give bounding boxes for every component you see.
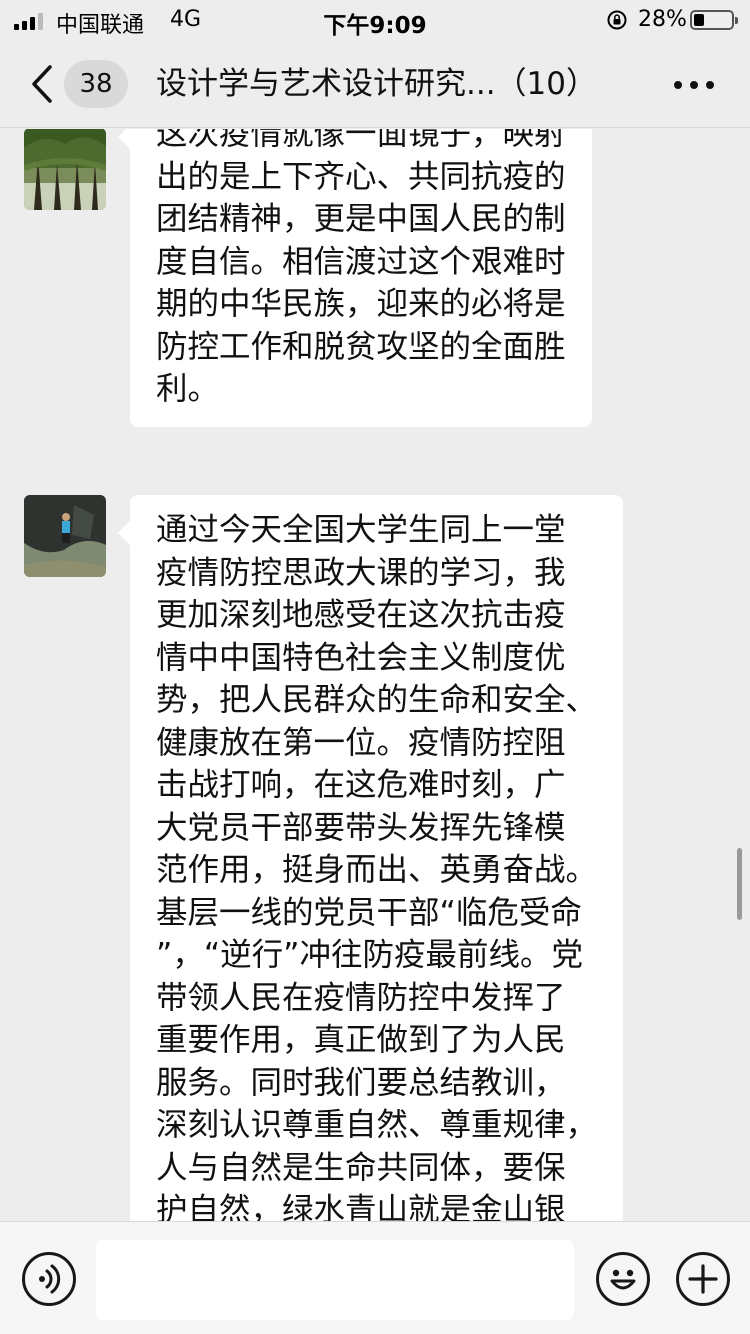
message-line: 通过今天全国大学生同上一堂 bbox=[156, 512, 566, 548]
message-line: 击战打响，在这危难时刻，广 bbox=[156, 767, 566, 803]
status-bar: 中国联通 4G 下午9:09 28% bbox=[0, 0, 750, 40]
unread-count-badge[interactable]: 38 bbox=[64, 60, 128, 108]
orientation-lock-icon bbox=[607, 10, 627, 30]
message-line: 更加深刻地感受在这次抗击疫 bbox=[156, 597, 566, 633]
message-line: 团结精神，更是中国人民的制 bbox=[156, 201, 566, 237]
chat-header: 38 设计学与艺术设计研究...（10） bbox=[0, 40, 750, 128]
plus-icon[interactable] bbox=[676, 1252, 730, 1306]
chat-title: 设计学与艺术设计研究...（10） bbox=[156, 66, 598, 102]
message-line: 带领人民在疫情防控中发挥了 bbox=[156, 979, 566, 1016]
message-line: 度自信。相信渡过这个艰难时 bbox=[156, 243, 566, 280]
message-line: 疫情防控思政大课的学习，我 bbox=[156, 554, 566, 591]
message-line: 人与自然是生命共同体，要保 bbox=[156, 1149, 566, 1186]
message-line: 重要作用，真正做到了为人民 bbox=[156, 1022, 566, 1058]
avatar-trees[interactable] bbox=[24, 129, 106, 210]
more-dots-icon[interactable] bbox=[668, 70, 720, 98]
message-line: 情中中国特色社会主义制度优 bbox=[156, 639, 566, 676]
message-line: 势，把人民群众的生命和安全、 bbox=[156, 682, 598, 718]
message-line: 范作用，挺身而出、英勇奋战。 bbox=[156, 852, 598, 888]
message-line: 基层一线的党员干部“临危受命 bbox=[156, 894, 582, 931]
message-line: 服务。同时我们要总结教训， bbox=[156, 1064, 566, 1101]
message-line: 这次疫情就像一面镜子，映射 bbox=[156, 129, 566, 152]
message-line: ”，“逆行”冲往防疫最前线。党 bbox=[156, 937, 583, 973]
message-line: 出的是上下齐心、共同抗疫的 bbox=[156, 158, 566, 195]
message-line: 健康放在第一位。疫情防控阻 bbox=[156, 724, 566, 761]
message-line: 大党员干部要带头发挥先锋模 bbox=[156, 809, 566, 846]
message-line: 期的中华民族，迎来的必将是 bbox=[156, 286, 566, 322]
message-bubble[interactable]: 这次疫情就像一面镜子，映射 出的是上下齐心、共同抗疫的 团结精神，更是中国人民的… bbox=[118, 129, 592, 427]
avatar-rock[interactable] bbox=[24, 495, 106, 577]
message-input[interactable] bbox=[96, 1240, 574, 1320]
emoji-icon[interactable] bbox=[596, 1252, 650, 1306]
scrollbar[interactable] bbox=[737, 848, 742, 920]
battery-percent: 28% bbox=[638, 7, 687, 32]
input-bar bbox=[0, 1221, 750, 1334]
message-list[interactable]: 这次疫情就像一面镜子，映射 出的是上下齐心、共同抗疫的 团结精神，更是中国人民的… bbox=[0, 129, 750, 1221]
battery-icon bbox=[690, 10, 738, 30]
back-chevron-icon[interactable] bbox=[26, 62, 60, 106]
message-line: 防控工作和脱贫攻坚的全面胜 bbox=[156, 328, 566, 365]
message-line: 利。 bbox=[156, 371, 220, 407]
message-bubble[interactable]: 通过今天全国大学生同上一堂 疫情防控思政大课的学习，我 更加深刻地感受在这次抗击… bbox=[117, 495, 624, 1221]
message-line: 护自然，绿水青山就是金山银 bbox=[156, 1192, 566, 1221]
message-line: 深刻认识尊重自然、尊重规律， bbox=[156, 1107, 598, 1143]
voice-icon[interactable] bbox=[22, 1252, 76, 1306]
